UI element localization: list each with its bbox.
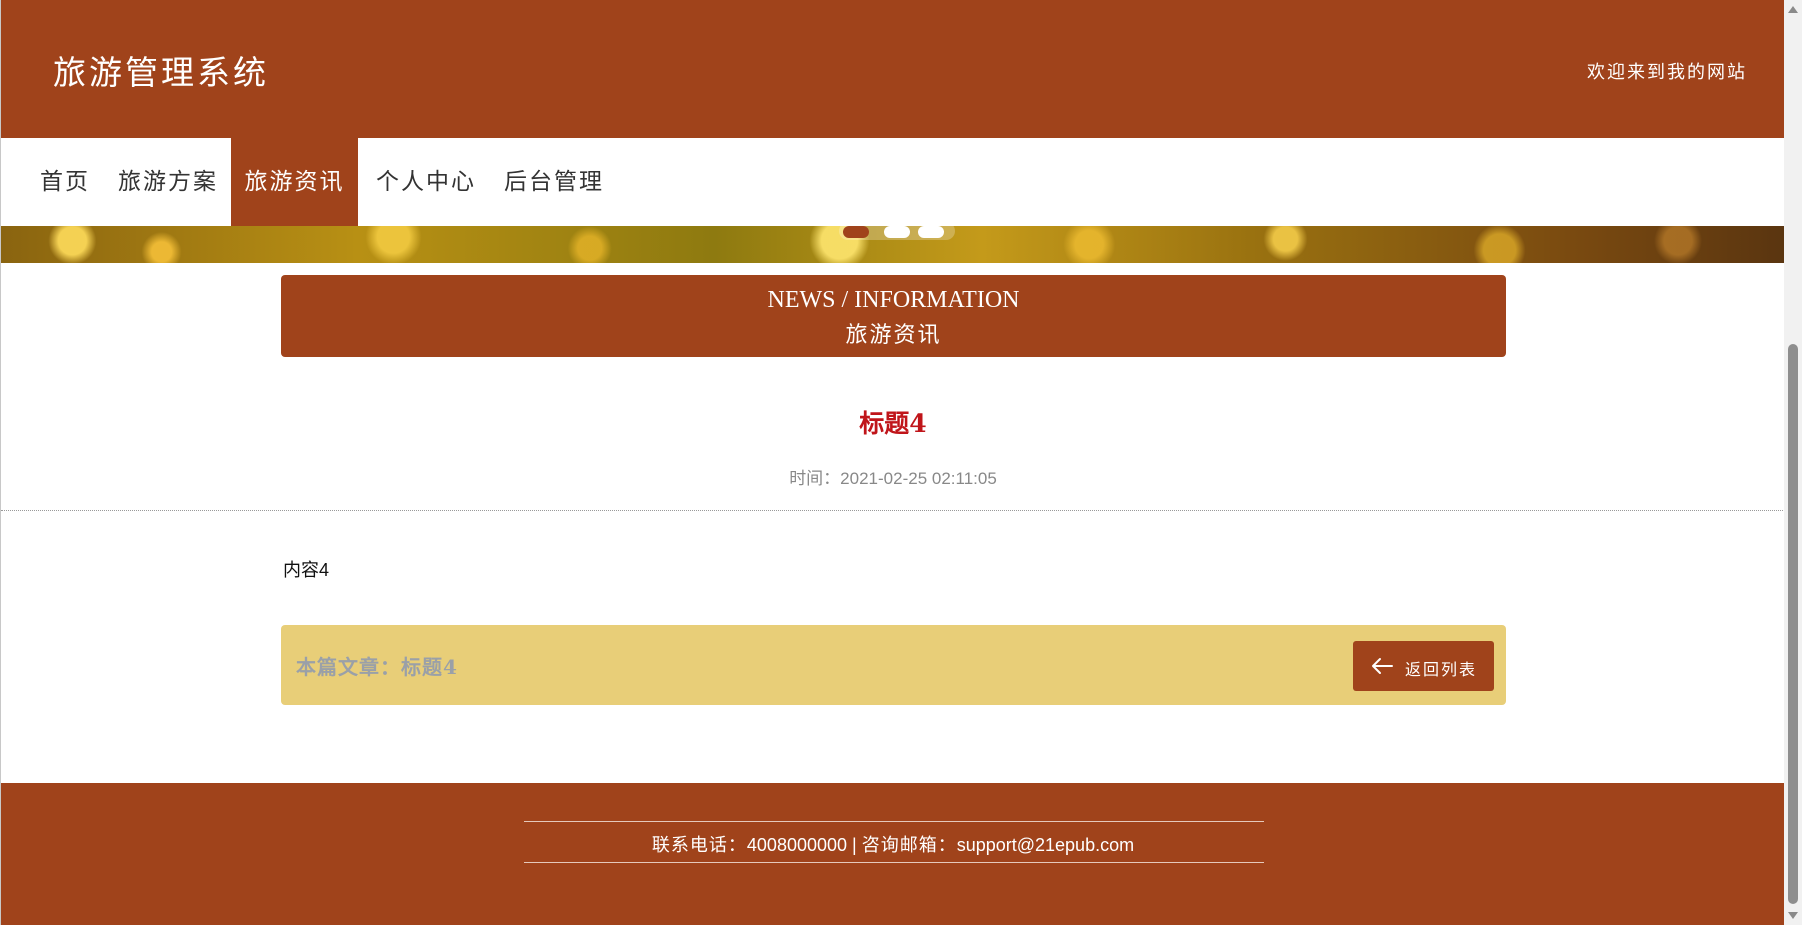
- current-article-label: 本篇文章：标题4: [296, 655, 458, 679]
- scrollbar-thumb[interactable]: [1788, 344, 1798, 904]
- scroll-down-icon[interactable]: [1788, 912, 1798, 919]
- footer: 联系电话：4008000000 | 咨询邮箱：support@21epub.co…: [1, 783, 1785, 925]
- phone-number: 4008000000: [746, 835, 848, 855]
- article-nav-bar: 本篇文章：标题4 返回列表: [281, 625, 1506, 705]
- section-title-en: NEWS / INFORMATION: [767, 287, 1020, 313]
- carousel-indicators: [839, 222, 955, 240]
- article-content: 内容4: [283, 560, 330, 580]
- header: 旅游管理系统 欢迎来到我的网站: [1, 0, 1785, 138]
- email-label: 咨询邮箱：: [861, 835, 957, 856]
- carousel-dot-3[interactable]: [918, 226, 944, 238]
- footer-divider-top: [524, 821, 1264, 822]
- page: 旅游管理系统 欢迎来到我的网站 首页 旅游方案 旅游资讯 个人中心 后台管理 N…: [0, 0, 1785, 925]
- back-button-label: 返回列表: [1405, 660, 1478, 679]
- nav-item-travel-news[interactable]: 旅游资讯: [231, 138, 358, 226]
- phone-label: 联系电话：: [651, 835, 747, 856]
- carousel-dot-1[interactable]: [843, 226, 869, 238]
- nav-item-user-center[interactable]: 个人中心: [371, 138, 481, 226]
- site-title[interactable]: 旅游管理系统: [53, 46, 269, 94]
- divider: [1, 510, 1785, 511]
- main-nav: 首页 旅游方案 旅游资讯 个人中心 后台管理: [1, 138, 1785, 226]
- article-time: 时间：2021-02-25 02:11:05: [789, 469, 997, 488]
- section-header: NEWS / INFORMATION 旅游资讯: [281, 275, 1506, 357]
- back-to-list-button[interactable]: 返回列表: [1353, 641, 1494, 691]
- nav-item-admin[interactable]: 后台管理: [499, 138, 609, 226]
- section-title-cn: 旅游资讯: [845, 323, 942, 348]
- footer-separator: |: [847, 835, 862, 855]
- arrow-left-icon: [1372, 658, 1393, 674]
- footer-divider-bottom: [524, 862, 1264, 863]
- welcome-text: 欢迎来到我的网站: [1587, 62, 1747, 83]
- nav-item-home[interactable]: 首页: [31, 138, 99, 226]
- carousel-dot-2[interactable]: [884, 226, 910, 238]
- vertical-scrollbar[interactable]: [1784, 0, 1802, 925]
- nav-item-travel-plans[interactable]: 旅游方案: [113, 138, 223, 226]
- article-title: 标题4: [859, 409, 927, 438]
- email-address[interactable]: support@21epub.com: [957, 835, 1134, 855]
- scroll-up-icon[interactable]: [1788, 6, 1798, 13]
- footer-contact: 联系电话：4008000000 | 咨询邮箱：support@21epub.co…: [1, 831, 1785, 857]
